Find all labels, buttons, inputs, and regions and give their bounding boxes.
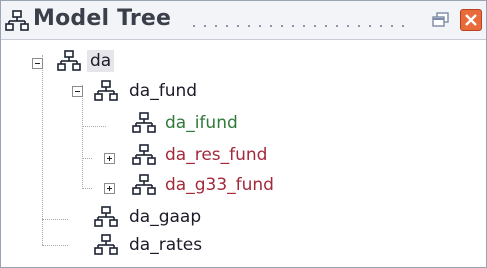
tree-node-da-g33-fund[interactable]: da_g33_fund	[165, 174, 274, 196]
collapse-toggle-da-fund[interactable]	[72, 86, 83, 97]
model-tree-panel: Model Tree da da_fund da_ifund da_res_fu…	[0, 0, 487, 268]
hierarchy-icon	[5, 10, 29, 31]
hierarchy-icon	[94, 206, 118, 227]
tree-connector	[82, 126, 106, 127]
tree-node-da-rates[interactable]: da_rates	[129, 234, 202, 256]
panel-title-bar[interactable]: Model Tree	[1, 1, 486, 40]
hierarchy-icon	[57, 50, 81, 71]
expand-toggle-da-res-fund[interactable]	[104, 153, 115, 164]
model-tree: da da_fund da_ifund da_res_fund da_g33_f…	[1, 41, 486, 267]
tree-node-da[interactable]: da	[87, 50, 115, 72]
tree-node-da-ifund[interactable]: da_ifund	[165, 112, 238, 134]
restore-icon[interactable]	[430, 11, 452, 29]
tree-node-da-res-fund[interactable]: da_res_fund	[165, 144, 267, 166]
title-grip	[193, 25, 411, 27]
close-icon	[465, 14, 477, 26]
tree-connector	[42, 219, 68, 220]
hierarchy-icon	[132, 112, 156, 133]
hierarchy-icon	[132, 174, 156, 195]
collapse-toggle-da[interactable]	[32, 58, 43, 69]
expand-toggle-da-g33-fund[interactable]	[104, 183, 115, 194]
tree-node-da-gaap[interactable]: da_gaap	[129, 206, 201, 228]
hierarchy-icon	[132, 144, 156, 165]
tree-connector	[42, 55, 43, 245]
tree-connector	[82, 188, 92, 189]
hierarchy-icon	[94, 80, 118, 101]
tree-connector	[82, 85, 83, 189]
panel-title: Model Tree	[33, 6, 172, 31]
tree-node-da-fund[interactable]: da_fund	[129, 80, 197, 102]
hierarchy-icon	[94, 234, 118, 255]
tree-connector	[82, 158, 92, 159]
tree-connector	[42, 245, 68, 246]
close-button[interactable]	[460, 9, 482, 31]
